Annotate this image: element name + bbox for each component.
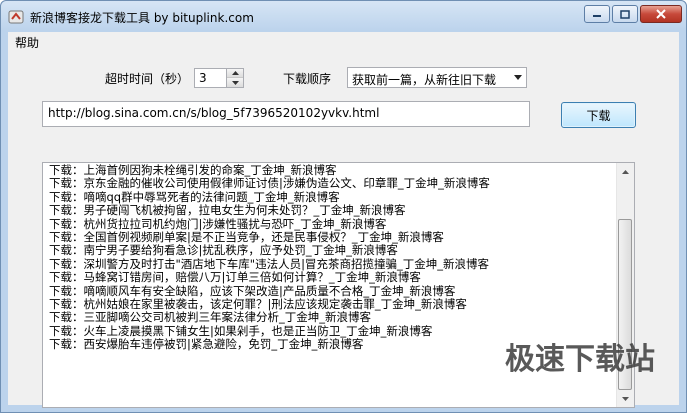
log-line: 下载：杭州货拉拉司机约炮门|涉嫌性骚扰与恐吓_丁金坤_新浪博客: [49, 217, 387, 231]
menu-help[interactable]: 帮助: [15, 34, 39, 51]
spinner-up-button[interactable]: [227, 69, 243, 78]
menu-bar: 帮助: [8, 32, 679, 51]
log-line: 下载：上海首例因狗未栓绳引发的命案_丁金坤_新浪博客: [49, 164, 337, 177]
log-line: 下载：马蜂窝订错房间，赔偿八万|订单三倍如何计算？_丁金坤_新浪博客: [49, 271, 421, 285]
log-line: 下载：南宁男子要给狗看急诊|扰乱秩序，应予处罚_丁金坤_新浪博客: [49, 244, 398, 258]
timeout-label: 超时时间（秒）: [105, 72, 190, 86]
log-line: 下载：京东金融的催收公司使用假律师证讨债|涉嫌伪造公文、印章罪_丁金坤_新浪博客: [49, 177, 490, 191]
spinner-down-button[interactable]: [227, 78, 243, 87]
log-line: 下载：嘀嘀顺风车有安全缺陷，应该下架改造|产品质量不合格_丁金坤_新浪博客: [49, 284, 456, 298]
watermark-text: 极速下载站: [505, 342, 655, 377]
window-title: 新浪博客接龙下载工具 by bituplink.com: [30, 11, 254, 25]
log-line: 下载：杭州姑娘在家里被袭击，该定何罪？|刑法应该规定袭击罪_丁金坤_新浪博客: [49, 297, 467, 311]
arrow-down-icon: [231, 80, 239, 85]
close-button[interactable]: [640, 5, 682, 23]
close-icon: [656, 9, 666, 19]
order-selected-value: 获取前一篇，从新往旧下载: [352, 73, 497, 87]
url-input[interactable]: http://blog.sina.com.cn/s/blog_5f7396520…: [42, 101, 530, 127]
maximize-icon: [620, 9, 630, 19]
log-lines: 下载：上海首例因狗未栓绳引发的命案_丁金坤_新浪博客 下载：京东金融的催收公司使用…: [49, 164, 614, 351]
title-bar[interactable]: 新浪博客接龙下载工具 by bituplink.com: [1, 1, 686, 31]
app-icon: [8, 10, 24, 24]
chevron-down-icon: [514, 75, 522, 80]
timeout-spinner[interactable]: 3: [194, 68, 244, 88]
log-line: 下载：男子硬闯飞机被拘留，拉电女生为何未处罚？_丁金坤_新浪博客: [49, 204, 406, 218]
order-label: 下载顺序: [283, 72, 332, 86]
scroll-down-button[interactable]: [617, 390, 634, 407]
log-line: 下载：三亚脚嘀公交司机被判三年案法律分析_丁金坤_新浪博客: [49, 311, 371, 325]
log-line: 下载：嘀嘀qq群中辱骂死者的法律问题_丁金坤_新浪博客: [49, 190, 340, 204]
arrow-up-icon: [622, 169, 629, 174]
scroll-up-button[interactable]: [617, 163, 634, 180]
timeout-value[interactable]: 3: [199, 71, 207, 85]
log-line: 下载：深圳警方及时打击"酒店地下车库"违法人员|冒充茶商招揽撞骗_丁金坤_新浪博…: [49, 257, 489, 271]
arrow-down-icon: [622, 396, 629, 401]
maximize-button[interactable]: [612, 5, 638, 23]
minimize-icon: [593, 15, 601, 17]
log-line: 下载：全国首例视频刷单案|是不正当竞争，还是民事侵权？_丁金坤_新浪博客: [49, 230, 444, 244]
caption-buttons: [582, 5, 682, 25]
minimize-button[interactable]: [584, 5, 610, 23]
download-button[interactable]: 下载: [561, 102, 636, 128]
arrow-up-icon: [231, 71, 239, 75]
order-dropdown[interactable]: 获取前一篇，从新往旧下载: [347, 67, 527, 88]
spinner-buttons: [226, 69, 243, 87]
